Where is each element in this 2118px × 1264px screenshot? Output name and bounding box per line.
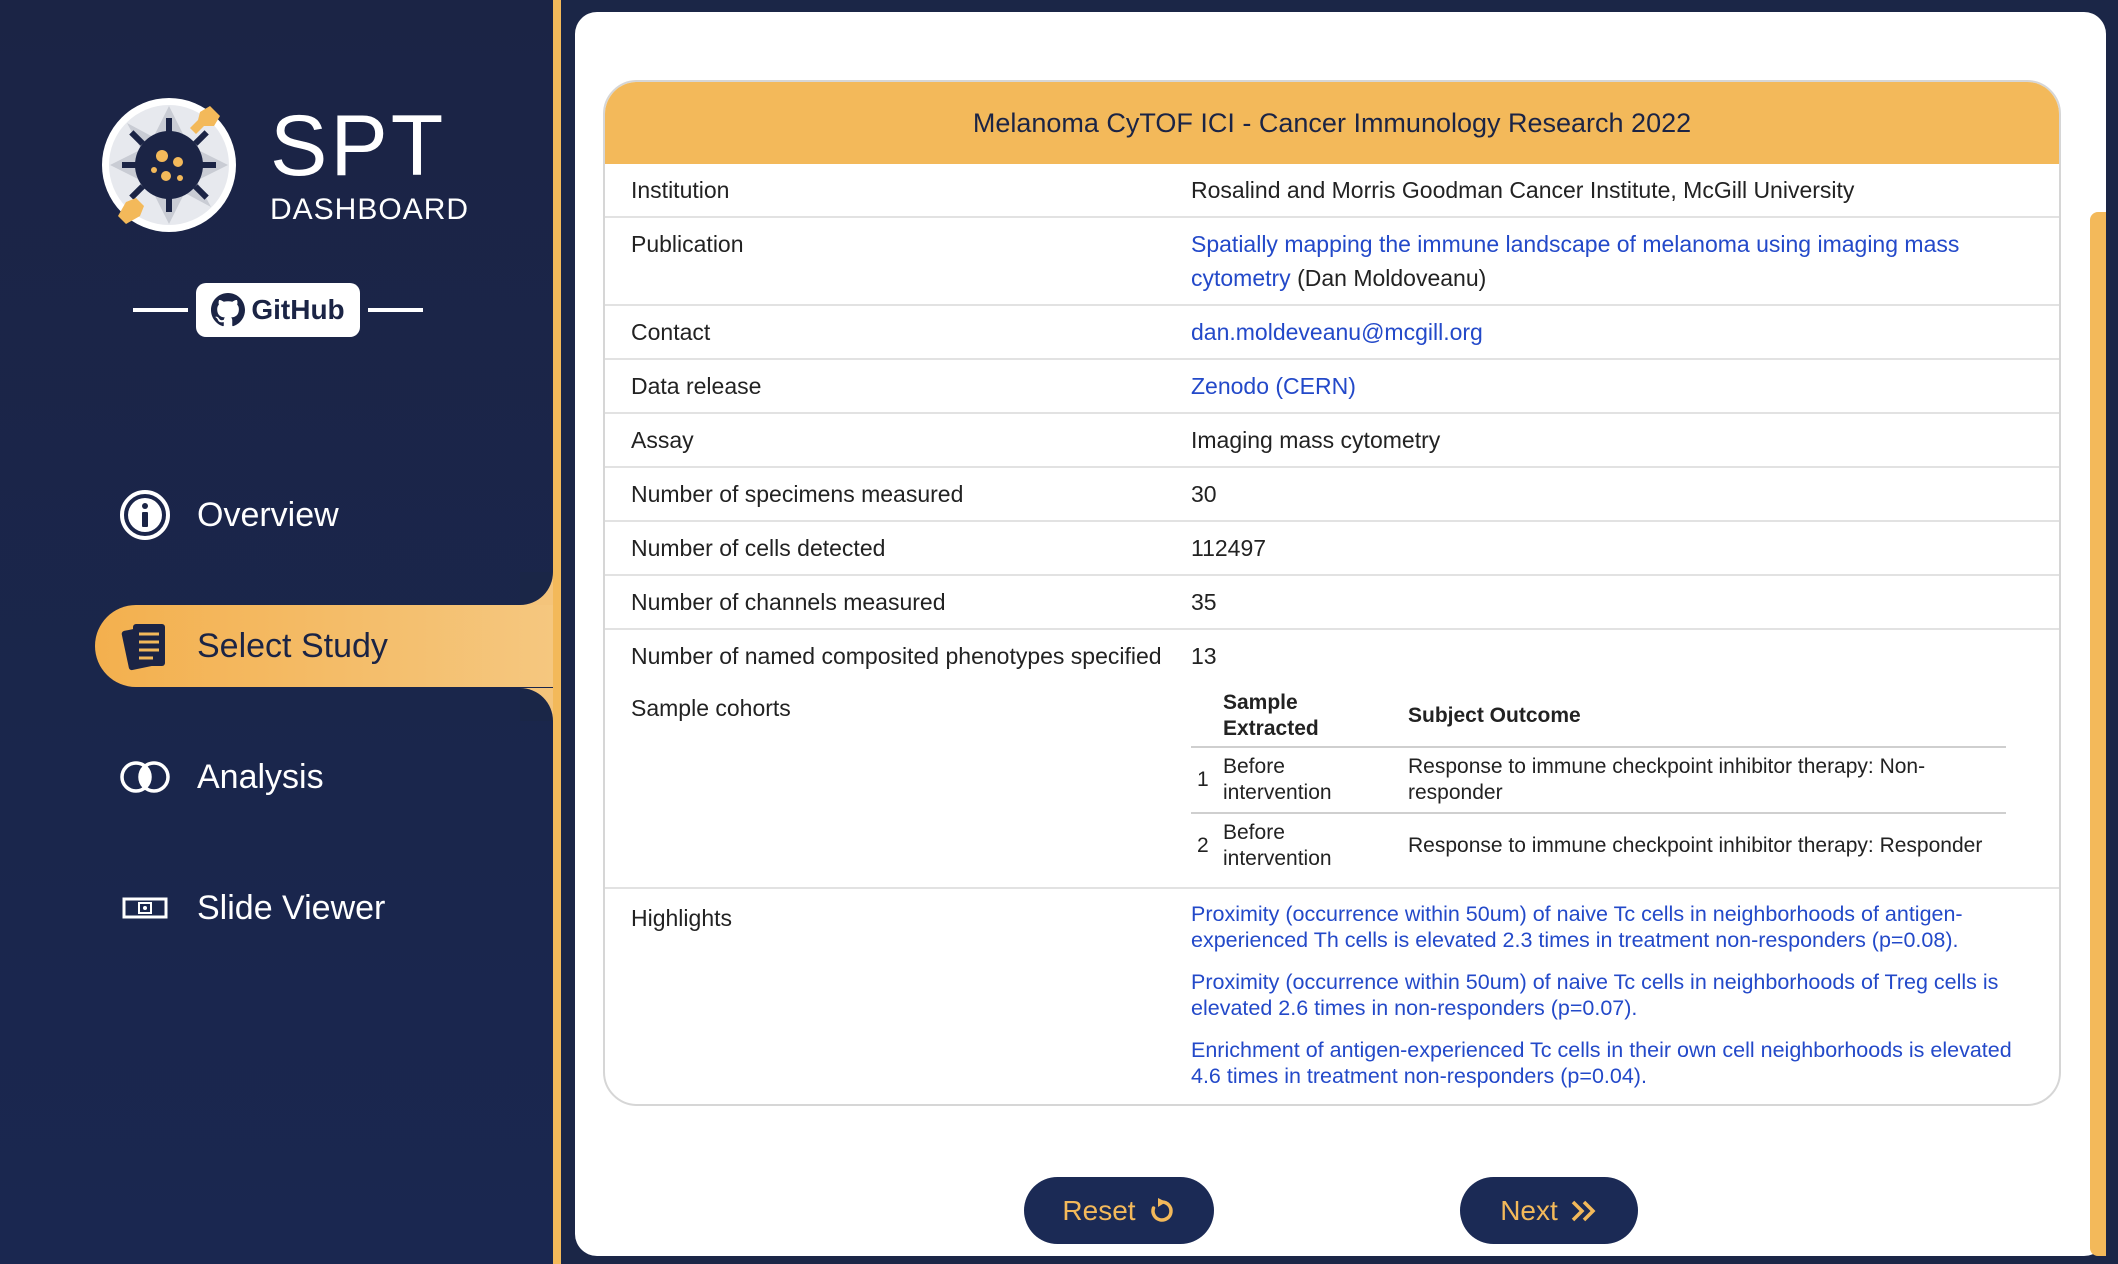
reset-icon	[1148, 1197, 1176, 1225]
slide-icon	[115, 878, 175, 938]
sidebar-item-label: Slide Viewer	[197, 888, 386, 927]
sidebar-item-slide-viewer[interactable]: Slide Viewer	[95, 867, 553, 949]
row-label: Highlights	[631, 905, 732, 931]
cells-value: 112497	[1191, 535, 1267, 561]
row-contact: Contact dan.moldeveanu@mcgill.org	[605, 306, 2059, 360]
sidebar-item-label: Analysis	[197, 757, 324, 796]
phenotypes-value: 13	[1191, 643, 1217, 669]
table-row: 2 Before intervention Response to immune…	[1191, 813, 2006, 878]
row-label: Contact	[631, 319, 711, 345]
row-cohorts: Sample cohorts Sample Extracted Subject …	[605, 682, 2059, 889]
data-release-link[interactable]: Zenodo (CERN)	[1191, 373, 1356, 399]
sidebar-item-overview[interactable]: Overview	[95, 474, 553, 556]
row-label: Institution	[631, 177, 730, 203]
sidebar-item-label: Overview	[197, 495, 339, 534]
scrollbar[interactable]	[2090, 212, 2106, 1256]
gutter	[561, 0, 575, 1264]
channels-value: 35	[1191, 589, 1217, 615]
tab-corner	[520, 688, 553, 721]
contact-email-link[interactable]: dan.moldeveanu@mcgill.org	[1191, 319, 1483, 345]
github-row: GitHub	[133, 283, 423, 337]
row-institution: Institution Rosalind and Morris Goodman …	[605, 164, 2059, 218]
sidebar: SPT DASHBOARD GitHub Overview Select Stu…	[0, 0, 553, 1264]
row-assay: Assay Imaging mass cytometry	[605, 414, 2059, 468]
study-title: Melanoma CyTOF ICI - Cancer Immunology R…	[605, 82, 2059, 164]
study-card: Melanoma CyTOF ICI - Cancer Immunology R…	[603, 80, 2061, 1106]
brand-subtitle: DASHBOARD	[270, 193, 470, 226]
specimens-value: 30	[1191, 481, 1217, 507]
row-publication: Publication Spatially mapping the immune…	[605, 218, 2059, 306]
github-button[interactable]: GitHub	[196, 283, 360, 337]
documents-icon	[115, 616, 175, 676]
next-button[interactable]: Next	[1460, 1177, 1638, 1244]
cohort-header: Sample Extracted	[1217, 688, 1402, 748]
sidebar-accent	[553, 0, 561, 1264]
row-label: Number of named composited phenotypes sp…	[631, 643, 1162, 669]
cohort-id: 2	[1197, 834, 1209, 857]
github-icon	[211, 293, 246, 327]
row-channels: Number of channels measured 35	[605, 576, 2059, 630]
cohort-header: Subject Outcome	[1402, 688, 2006, 748]
publication-value: Spatially mapping the immune landscape o…	[1191, 218, 2059, 304]
main-panel: Melanoma CyTOF ICI - Cancer Immunology R…	[575, 12, 2106, 1256]
sidebar-item-label: Select Study	[197, 626, 388, 665]
row-label: Number of channels measured	[631, 589, 946, 615]
brand-title: SPT	[270, 98, 447, 194]
row-data-release: Data release Zenodo (CERN)	[605, 360, 2059, 414]
divider	[368, 308, 423, 312]
sidebar-item-select-study[interactable]: Select Study	[95, 605, 553, 687]
cohort-extracted: Before intervention	[1217, 747, 1402, 814]
cohort-extracted: Before intervention	[1223, 821, 1332, 870]
spt-logo	[102, 98, 236, 232]
row-label: Data release	[631, 373, 762, 399]
row-label: Number of specimens measured	[631, 481, 964, 507]
cohort-outcome: Response to immune checkpoint inhibitor …	[1408, 834, 1983, 857]
highlight-item: Proximity (occurrence within 50um) of na…	[1191, 970, 1999, 1020]
divider	[133, 308, 188, 312]
row-label: Sample cohorts	[631, 695, 791, 721]
row-highlights: Highlights Proximity (occurrence within …	[605, 889, 2059, 1104]
cohort-id: 1	[1191, 747, 1217, 814]
venn-icon	[115, 747, 175, 807]
reset-label: Reset	[1062, 1194, 1136, 1226]
row-label: Number of cells detected	[631, 535, 886, 561]
institution-value: Rosalind and Morris Goodman Cancer Insti…	[1191, 177, 1855, 203]
row-phenotypes: Number of named composited phenotypes sp…	[605, 630, 2059, 682]
next-label: Next	[1500, 1194, 1558, 1226]
row-label: Publication	[631, 231, 744, 257]
highlight-item: Proximity (occurrence within 50um) of na…	[1191, 902, 1963, 952]
brand: SPT DASHBOARD	[100, 96, 469, 234]
tab-corner	[520, 572, 553, 605]
cohort-header	[1191, 688, 1217, 748]
cohort-table: Sample Extracted Subject Outcome 1 Befor…	[1191, 688, 2006, 878]
cohort-outcome: Response to immune checkpoint inhibitor …	[1402, 747, 2006, 814]
info-icon	[115, 485, 175, 545]
publication-author: (Dan Moldoveanu)	[1297, 265, 1487, 291]
github-label: GitHub	[251, 294, 345, 325]
row-specimens: Number of specimens measured 30	[605, 468, 2059, 522]
row-label: Assay	[631, 427, 694, 453]
sidebar-item-analysis[interactable]: Analysis	[95, 736, 553, 818]
row-cells: Number of cells detected 112497	[605, 522, 2059, 576]
double-chevron-right-icon	[1570, 1199, 1598, 1223]
table-row: 1 Before intervention Response to immune…	[1191, 747, 2006, 814]
reset-button[interactable]: Reset	[1024, 1177, 1214, 1244]
highlight-item: Enrichment of antigen-experienced Tc cel…	[1191, 1038, 2012, 1088]
assay-value: Imaging mass cytometry	[1191, 427, 1441, 453]
